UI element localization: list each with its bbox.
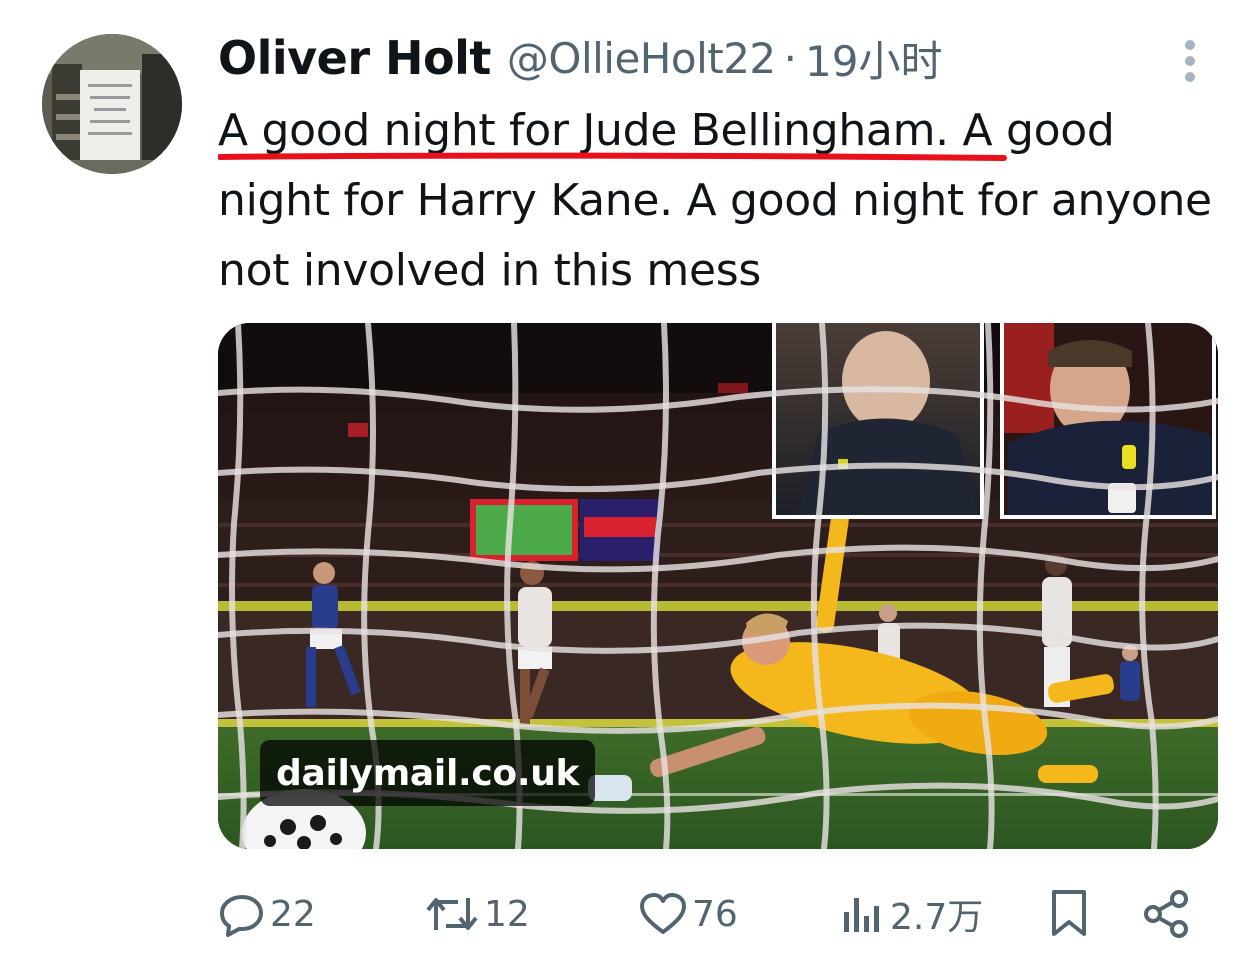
views-button[interactable]: 2.7万 xyxy=(840,884,983,944)
tweet-action-bar: 22 12 76 2.7万 xyxy=(218,884,1198,944)
separator-dot: · xyxy=(783,33,798,83)
more-options-button[interactable] xyxy=(1178,38,1202,88)
heart-icon xyxy=(638,890,688,938)
more-vertical-icon xyxy=(1185,40,1195,82)
avatar-image xyxy=(42,34,182,174)
views-count: 2.7万 xyxy=(890,897,984,938)
author-handle[interactable]: @OllieHolt22 xyxy=(507,34,776,83)
author-avatar[interactable] xyxy=(42,34,182,174)
retweet-button[interactable]: 12 xyxy=(424,884,530,944)
reply-icon xyxy=(218,890,266,938)
tweet-header: Oliver Holt @OllieHolt22 · 19小时 xyxy=(218,28,942,88)
like-button[interactable]: 76 xyxy=(638,884,738,944)
author-name[interactable]: Oliver Holt xyxy=(218,31,491,85)
bookmark-button[interactable] xyxy=(1048,884,1094,944)
red-underline-annotation xyxy=(218,152,1007,161)
tweet-timestamp[interactable]: 19小时 xyxy=(805,28,942,89)
share-icon xyxy=(1142,889,1192,939)
like-count: 76 xyxy=(692,893,738,935)
reply-count: 22 xyxy=(270,893,316,935)
tweet-text: A good night for Jude Bellingham. A good… xyxy=(218,105,1212,296)
link-source-label[interactable]: dailymail.co.uk xyxy=(260,740,596,806)
share-button[interactable] xyxy=(1142,884,1196,944)
retweet-count: 12 xyxy=(484,893,530,935)
tweet-media-image[interactable]: dailymail.co.uk xyxy=(218,323,1218,849)
bookmark-icon xyxy=(1048,888,1090,940)
views-icon xyxy=(840,890,886,938)
retweet-icon xyxy=(424,890,480,938)
reply-button[interactable]: 22 xyxy=(218,884,316,944)
